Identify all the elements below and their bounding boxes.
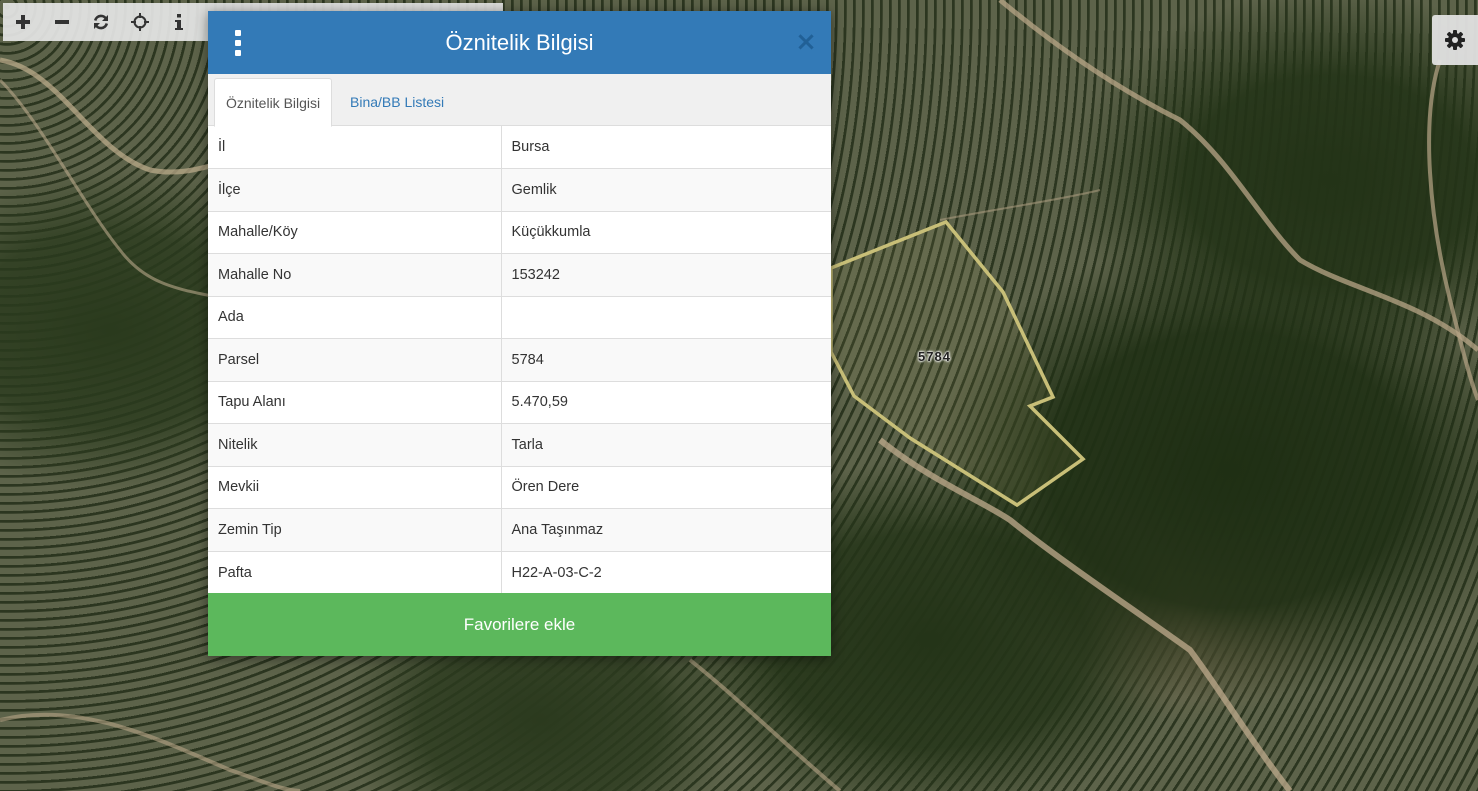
tab-building-list[interactable]: Bina/BB Listesi bbox=[339, 78, 455, 127]
zoom-in-button[interactable] bbox=[3, 3, 42, 41]
attribute-key: Pafta bbox=[208, 550, 502, 594]
attribute-value: Ana Taşınmaz bbox=[501, 508, 831, 551]
attribute-key: Tapu Alanı bbox=[208, 380, 502, 424]
attribute-table: İl Bursa İlçe Gemlik Mahalle/Köy Küçükku… bbox=[208, 126, 831, 594]
close-icon[interactable]: × bbox=[795, 29, 817, 55]
attribute-value bbox=[501, 295, 831, 339]
gear-icon bbox=[1445, 30, 1465, 50]
table-row: Mahalle/Köy Küçükkumla bbox=[208, 210, 831, 254]
dialog-tabs: Öznitelik Bilgisi Bina/BB Listesi bbox=[208, 74, 831, 127]
attribute-key: Mahalle No bbox=[208, 253, 502, 296]
parcel-number-label: 5784 bbox=[918, 349, 951, 364]
tab-attribute-info[interactable]: Öznitelik Bilgisi bbox=[214, 78, 333, 127]
attribute-value: 5.470,59 bbox=[501, 380, 831, 424]
add-to-favorites-button[interactable]: Favorilere ekle bbox=[208, 593, 831, 656]
info-button[interactable] bbox=[159, 3, 198, 41]
table-row: Pafta H22-A-03-C-2 bbox=[208, 550, 831, 594]
attribute-value: Küçükkumla bbox=[501, 210, 831, 254]
attribute-value: Gemlik bbox=[501, 168, 831, 211]
crosshair-icon bbox=[130, 13, 149, 31]
attribute-key: Mahalle/Köy bbox=[208, 210, 502, 254]
table-row: Parsel 5784 bbox=[208, 338, 831, 381]
attribute-key: Parsel bbox=[208, 338, 502, 381]
table-row: İl Bursa bbox=[208, 126, 831, 169]
locate-button[interactable] bbox=[120, 3, 159, 41]
attribute-value: Ören Dere bbox=[501, 465, 831, 509]
refresh-button[interactable] bbox=[81, 3, 120, 41]
settings-button[interactable] bbox=[1432, 15, 1478, 65]
table-row: Zemin Tip Ana Taşınmaz bbox=[208, 508, 831, 551]
refresh-icon bbox=[93, 14, 108, 30]
attribute-value: H22-A-03-C-2 bbox=[501, 550, 831, 594]
attribute-value: 5784 bbox=[501, 338, 831, 381]
table-row: Nitelik Tarla bbox=[208, 423, 831, 466]
dialog-header: Öznitelik Bilgisi × bbox=[208, 11, 831, 74]
plus-icon bbox=[15, 15, 30, 29]
table-row: Mevkii Ören Dere bbox=[208, 465, 831, 509]
attribute-key: Zemin Tip bbox=[208, 508, 502, 551]
attribute-value: Bursa bbox=[511, 139, 550, 155]
dialog-title: Öznitelik Bilgisi bbox=[445, 29, 594, 55]
table-row: Tapu Alanı 5.470,59 bbox=[208, 380, 831, 424]
attribute-value: 153242 bbox=[501, 253, 831, 296]
minus-icon bbox=[54, 20, 69, 24]
attribute-key: Nitelik bbox=[208, 423, 502, 466]
table-row: Mahalle No 153242 bbox=[208, 253, 831, 296]
info-icon bbox=[174, 14, 183, 30]
attribute-key: İlçe bbox=[208, 168, 502, 211]
attribute-key: İl bbox=[208, 126, 502, 169]
zoom-out-button[interactable] bbox=[42, 3, 81, 41]
table-row: İlçe Gemlik bbox=[208, 168, 831, 211]
attribute-value: Tarla bbox=[501, 423, 831, 466]
table-row: Ada bbox=[208, 295, 831, 339]
attribute-info-dialog: Öznitelik Bilgisi × Öznitelik Bilgisi Bi… bbox=[208, 11, 831, 656]
attribute-key: Ada bbox=[208, 295, 502, 339]
attribute-key: Mevkii bbox=[208, 465, 502, 509]
more-options-icon[interactable] bbox=[232, 30, 244, 56]
